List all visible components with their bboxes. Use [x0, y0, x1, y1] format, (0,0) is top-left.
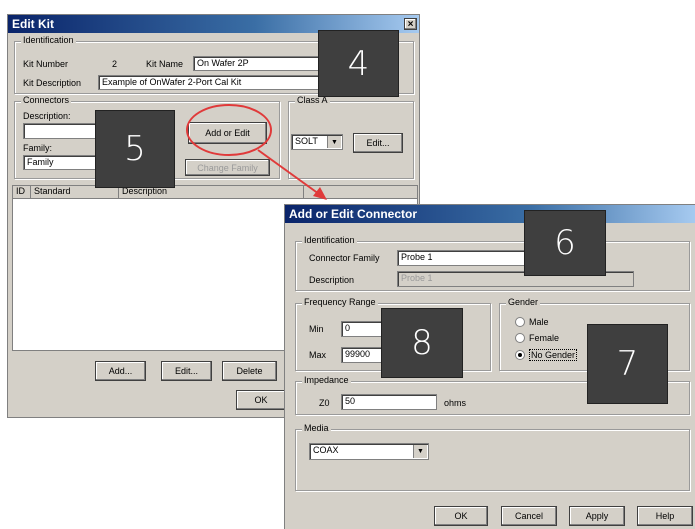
- add-or-edit-button[interactable]: Add or Edit: [188, 122, 267, 144]
- z0-label: Z0: [319, 398, 330, 408]
- standards-table-header: ID Standard Description: [13, 186, 417, 199]
- connector-family-input[interactable]: Probe 1: [397, 250, 525, 266]
- radio-icon: [515, 333, 525, 343]
- kit-number-label: Kit Number: [23, 59, 69, 69]
- callout-marker-7: 7: [587, 324, 668, 404]
- connector-family-label: Connector Family: [309, 253, 380, 263]
- media-select[interactable]: COAX ▼: [309, 443, 429, 460]
- gender-option-label: Male: [529, 317, 549, 327]
- connector-title: Add or Edit Connector: [289, 207, 417, 221]
- close-icon[interactable]: ×: [404, 18, 417, 30]
- connector-ok-button[interactable]: OK: [434, 506, 488, 526]
- media-select-value: COAX: [313, 445, 339, 455]
- gender-radio-male[interactable]: Male: [515, 317, 549, 327]
- column-header-extra: [304, 186, 417, 198]
- connector-description-label: Description:: [23, 111, 71, 121]
- kit-description-input[interactable]: Example of OnWafer 2-Port Cal Kit: [98, 75, 333, 90]
- frequency-range-legend: Frequency Range: [302, 297, 378, 307]
- gender-radio-female[interactable]: Female: [515, 333, 559, 343]
- connector-description-input[interactable]: [23, 123, 103, 139]
- class-select-value: SOLT: [295, 136, 318, 146]
- media-group: Media: [295, 423, 690, 491]
- chevron-down-icon: ▼: [413, 445, 427, 458]
- kit-name-input[interactable]: On Wafer 2P: [193, 56, 333, 71]
- class-edit-button[interactable]: Edit...: [353, 133, 403, 153]
- connectors-legend: Connectors: [21, 95, 72, 105]
- chevron-down-icon: ▼: [327, 136, 341, 148]
- identification-legend: Identification: [21, 35, 76, 45]
- gender-option-label: Female: [529, 333, 560, 343]
- connector-help-button[interactable]: Help: [637, 506, 693, 526]
- connector-identification-legend: Identification: [302, 235, 357, 245]
- delete-standard-button[interactable]: Delete: [222, 361, 277, 381]
- edit-kit-title: Edit Kit: [12, 17, 54, 31]
- family-label: Family:: [23, 143, 52, 153]
- change-family-button[interactable]: Change Family: [185, 159, 270, 176]
- max-label: Max: [309, 350, 327, 360]
- kit-description-label: Kit Description: [23, 78, 82, 88]
- edit-kit-ok-button[interactable]: OK: [236, 390, 286, 410]
- kit-number-value: 2: [112, 59, 118, 69]
- min-label: Min: [309, 324, 324, 334]
- class-select[interactable]: SOLT ▼: [291, 134, 343, 150]
- connector-cancel-button[interactable]: Cancel: [501, 506, 557, 526]
- connector-titlebar: Add or Edit Connector: [285, 205, 695, 223]
- media-legend: Media: [302, 423, 331, 433]
- callout-marker-4: 4: [318, 30, 399, 97]
- impedance-legend: Impedance: [302, 375, 351, 385]
- radio-icon: [515, 317, 525, 327]
- callout-marker-8: 8: [381, 308, 463, 378]
- connector-apply-button[interactable]: Apply: [569, 506, 625, 526]
- z0-unit: ohms: [444, 398, 467, 408]
- gender-option-label: No Gender: [529, 349, 578, 361]
- z0-input[interactable]: 50: [341, 394, 437, 410]
- add-standard-button[interactable]: Add...: [95, 361, 146, 381]
- callout-marker-5: 5: [95, 110, 175, 188]
- gender-radio-no-gender[interactable]: No Gender: [515, 349, 578, 361]
- callout-marker-6: 6: [524, 210, 606, 276]
- connector-description-label: Description: [309, 275, 355, 285]
- column-header-id[interactable]: ID: [13, 186, 31, 198]
- gender-legend: Gender: [506, 297, 541, 307]
- edit-standard-button[interactable]: Edit...: [161, 361, 212, 381]
- radio-selected-icon: [515, 350, 525, 360]
- family-input[interactable]: Family: [23, 155, 103, 170]
- kit-name-label: Kit Name: [146, 59, 184, 69]
